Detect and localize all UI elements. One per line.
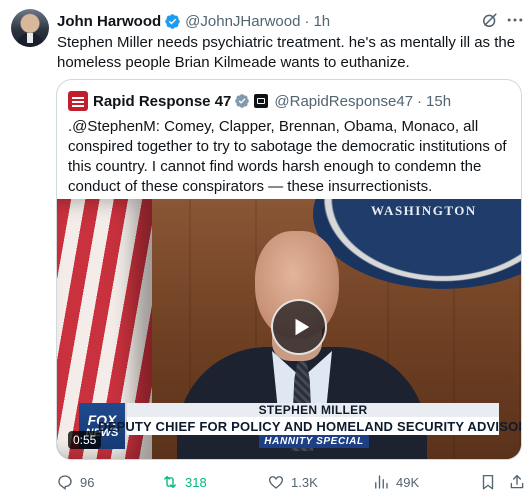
chyron-show-bar: HANNITY SPECIAL	[259, 435, 369, 448]
reply-count: 96	[80, 474, 95, 490]
author-handle[interactable]: @JohnJHarwood	[185, 13, 300, 30]
chyron-title-bar: DEPUTY CHIEF FOR POLICY AND HOMELAND SEC…	[98, 417, 521, 435]
header-separator: ·	[304, 12, 310, 30]
views-button[interactable]: 49K	[372, 472, 419, 492]
video-player[interactable]: WASHINGTON FOX NEWS STEPHEN MILLER DEPUT…	[57, 199, 521, 459]
quote-author-handle[interactable]: @RapidResponse47	[274, 93, 413, 110]
view-count: 49K	[396, 474, 420, 490]
verified-badge-icon	[165, 13, 180, 29]
author-name[interactable]: John Harwood	[57, 13, 161, 30]
chyron-name: STEPHEN MILLER	[258, 403, 368, 417]
grok-icon[interactable]	[480, 10, 500, 30]
views-icon	[375, 475, 388, 489]
tweet-text: Stephen Miller needs psychiatric treatme…	[57, 34, 516, 71]
play-icon	[295, 318, 310, 336]
affiliation-badge-icon[interactable]	[254, 94, 269, 108]
seal-text: WASHINGTON	[371, 203, 477, 218]
quote-header-separator: ·	[417, 92, 423, 110]
play-button[interactable]	[271, 299, 327, 355]
tweet-header: John Harwood @JohnJHarwood · 1h	[57, 11, 330, 31]
share-icon[interactable]	[508, 473, 526, 491]
action-bar: 96 318 1.3K 49K	[56, 472, 526, 492]
avatar-shirt	[27, 33, 33, 43]
author-avatar[interactable]	[11, 9, 49, 47]
tweet[interactable]: John Harwood @JohnJHarwood · 1h Stephen …	[0, 0, 531, 494]
lower-third: FOX NEWS STEPHEN MILLER DEPUTY CHIEF FOR…	[79, 403, 521, 449]
quote-time[interactable]: 15h	[426, 93, 451, 110]
quote-avatar[interactable]	[68, 91, 88, 111]
chyron-name-bar: STEPHEN MILLER	[127, 403, 499, 417]
heart-icon	[268, 476, 284, 489]
reply-button[interactable]: 96	[56, 472, 94, 492]
video-duration-badge: 0:55	[68, 431, 102, 449]
chyron-title: DEPUTY CHIEF FOR POLICY AND HOMELAND SEC…	[98, 418, 521, 434]
tweet-time[interactable]: 1h	[313, 13, 330, 30]
quote-header: Rapid Response 47 @RapidResponse47 · 15h	[68, 91, 451, 111]
bookmark-icon[interactable]	[479, 473, 497, 491]
repost-icon	[164, 476, 176, 488]
flag-stripes	[72, 95, 84, 107]
like-count: 1.3K	[291, 474, 318, 490]
chyron-show: HANNITY SPECIAL	[264, 436, 364, 447]
quote-text: .@StephenM: Comey, Clapper, Brennan, Oba…	[68, 118, 507, 195]
repost-count: 318	[185, 474, 207, 490]
like-button[interactable]: 1.3K	[267, 472, 318, 492]
more-icon[interactable]	[505, 10, 525, 30]
repost-button[interactable]: 318	[161, 472, 207, 492]
verified-badge-icon	[235, 94, 250, 108]
quote-author-name[interactable]: Rapid Response 47	[93, 93, 231, 110]
quoted-tweet[interactable]: Rapid Response 47 @RapidResponse47 · 15h…	[56, 79, 522, 460]
reply-icon	[58, 475, 72, 491]
